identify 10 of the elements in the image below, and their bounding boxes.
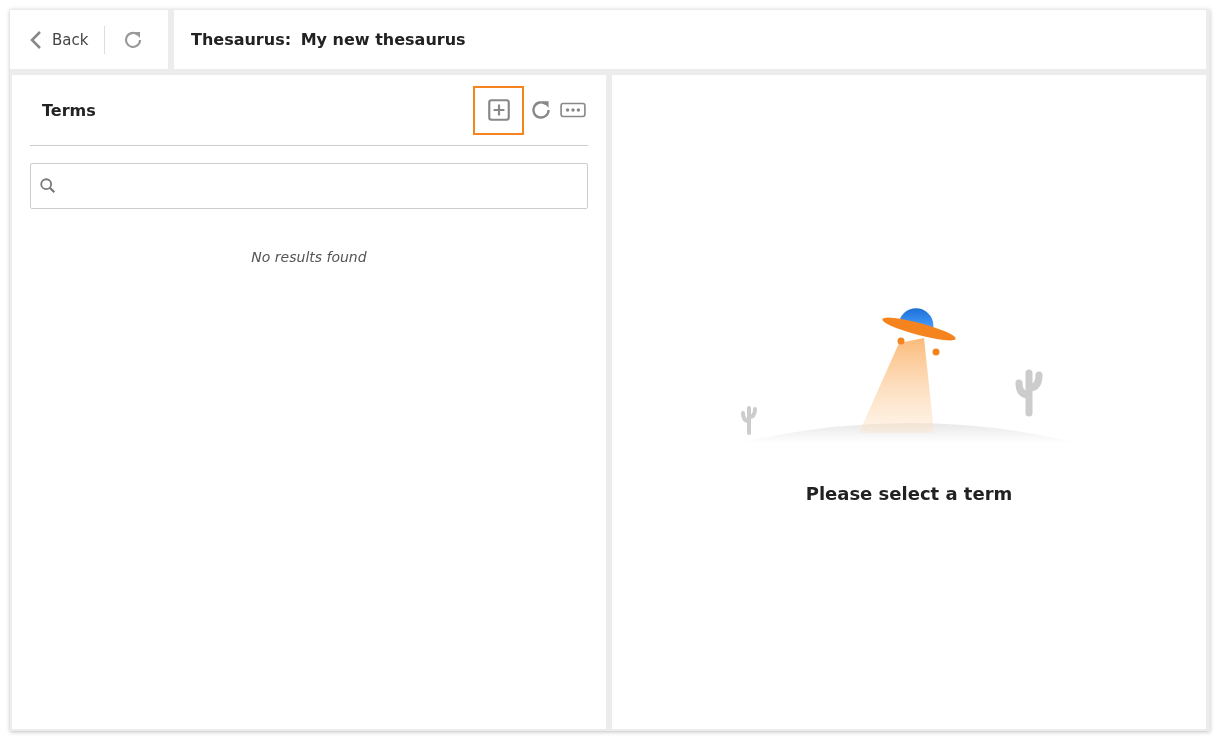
search-icon — [39, 177, 57, 195]
page-title: Thesaurus: My new thesaurus — [191, 30, 466, 49]
back-button[interactable]: Back — [30, 29, 89, 50]
empty-message: No results found — [250, 249, 368, 265]
plus-box-icon — [485, 97, 512, 123]
empty-state-message: Please select a term — [805, 483, 1013, 504]
panel-title: Terms — [42, 100, 97, 120]
add-button[interactable] — [473, 85, 524, 135]
chevron-left-icon — [30, 29, 42, 50]
search-field[interactable] — [30, 163, 588, 209]
